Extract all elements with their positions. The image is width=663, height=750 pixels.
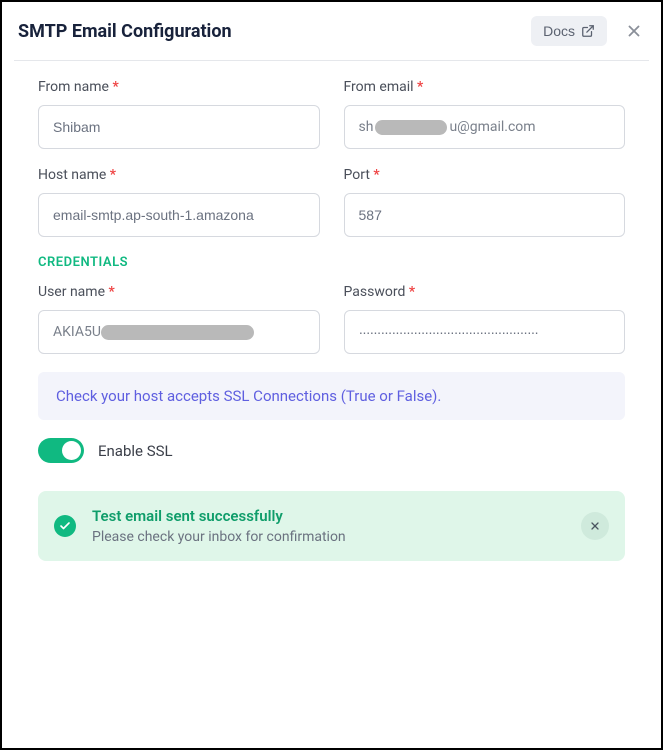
password-input[interactable] bbox=[344, 310, 626, 354]
close-icon bbox=[589, 520, 601, 532]
host-name-field: Host name * bbox=[38, 167, 320, 237]
header-actions: Docs bbox=[531, 16, 647, 46]
redacted-span bbox=[101, 325, 254, 340]
check-circle-icon bbox=[54, 515, 76, 537]
user-name-input[interactable]: AKIA5U bbox=[38, 310, 320, 354]
dialog-header: SMTP Email Configuration Docs bbox=[14, 12, 649, 61]
port-field: Port * bbox=[344, 167, 626, 237]
close-icon bbox=[625, 22, 643, 40]
from-name-input[interactable] bbox=[38, 105, 320, 149]
docs-button-label: Docs bbox=[543, 23, 575, 39]
user-name-field: User name * AKIA5U bbox=[38, 284, 320, 354]
close-button[interactable] bbox=[621, 18, 647, 44]
redacted-span bbox=[375, 120, 447, 135]
success-text: Test email sent successfully Please chec… bbox=[92, 507, 565, 545]
port-input[interactable] bbox=[344, 193, 626, 237]
enable-ssl-toggle[interactable] bbox=[38, 438, 84, 463]
from-email-field: From email * sh u@gmail.com bbox=[344, 79, 626, 149]
dialog-body: From name * From email * sh u@gmail.com … bbox=[14, 61, 649, 561]
success-title: Test email sent successfully bbox=[92, 507, 565, 525]
port-label: Port * bbox=[344, 167, 626, 183]
enable-ssl-label: Enable SSL bbox=[98, 442, 173, 460]
password-field: Password * bbox=[344, 284, 626, 354]
host-name-label: Host name * bbox=[38, 167, 320, 183]
host-name-input[interactable] bbox=[38, 193, 320, 237]
user-name-label: User name * bbox=[38, 284, 320, 300]
from-email-input[interactable]: sh u@gmail.com bbox=[344, 105, 626, 149]
password-label: Password * bbox=[344, 284, 626, 300]
from-name-field: From name * bbox=[38, 79, 320, 149]
toggle-knob bbox=[62, 441, 81, 460]
ssl-toggle-row: Enable SSL bbox=[38, 438, 625, 463]
from-email-label: From email * bbox=[344, 79, 626, 95]
credentials-heading: CREDENTIALS bbox=[38, 255, 625, 270]
dialog-frame: SMTP Email Configuration Docs From name … bbox=[0, 0, 663, 750]
dismiss-toast-button[interactable] bbox=[581, 512, 609, 540]
dialog-title: SMTP Email Configuration bbox=[18, 21, 232, 42]
success-subtitle: Please check your inbox for confirmation bbox=[92, 529, 565, 545]
external-link-icon bbox=[581, 24, 595, 38]
ssl-note: Check your host accepts SSL Connections … bbox=[38, 372, 625, 420]
from-name-label: From name * bbox=[38, 79, 320, 95]
docs-button[interactable]: Docs bbox=[531, 16, 607, 46]
success-toast: Test email sent successfully Please chec… bbox=[38, 491, 625, 561]
